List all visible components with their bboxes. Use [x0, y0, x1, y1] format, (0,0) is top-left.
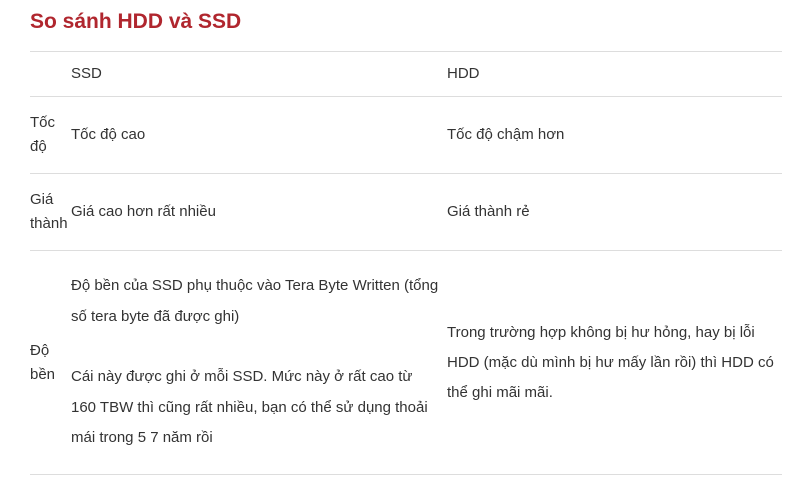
header-hdd: HDD	[447, 51, 782, 97]
comparison-table: SSD HDD Tốc độ Tốc độ cao Tốc độ chậm hơ…	[30, 51, 782, 475]
table-row-durability: Độ bền Độ bền của SSD phụ thuộc vào Tera…	[30, 250, 782, 475]
header-ssd: SSD	[71, 51, 447, 97]
ssd-durability-text-2: Cái này được ghi ở mỗi SSD. Mức này ở rấ…	[71, 368, 428, 447]
table-header-row: SSD HDD	[30, 51, 782, 97]
header-label-cell	[30, 51, 71, 97]
table-row-price: Giá thành Giá cao hơn rất nhiều Giá thàn…	[30, 173, 782, 251]
hdd-durability-cell: Trong trường hợp không bị hư hỏng, hay b…	[447, 250, 782, 475]
row-label-speed: Tốc độ	[30, 96, 71, 174]
ssd-speed-text: Tốc độ cao	[71, 125, 146, 143]
ssd-price-text: Giá cao hơn rất nhiều	[71, 202, 216, 220]
page-title: So sánh HDD và SSD	[30, 10, 242, 33]
hdd-price-cell: Giá thành rẻ	[447, 173, 782, 251]
row-label-price: Giá thành	[30, 173, 71, 251]
ssd-speed-cell: Tốc độ cao	[71, 96, 447, 174]
row-label-durability: Độ bền	[30, 250, 71, 475]
table-row-speed: Tốc độ Tốc độ cao Tốc độ chậm hơn	[30, 96, 782, 174]
hdd-speed-cell: Tốc độ chậm hơn	[447, 96, 782, 174]
ssd-price-cell: Giá cao hơn rất nhiều	[71, 173, 447, 251]
ssd-durability-cell: Độ bền của SSD phụ thuộc vào Tera Byte W…	[71, 250, 447, 475]
ssd-durability-text-1: Độ bền của SSD phụ thuộc vào Tera Byte W…	[71, 277, 439, 325]
